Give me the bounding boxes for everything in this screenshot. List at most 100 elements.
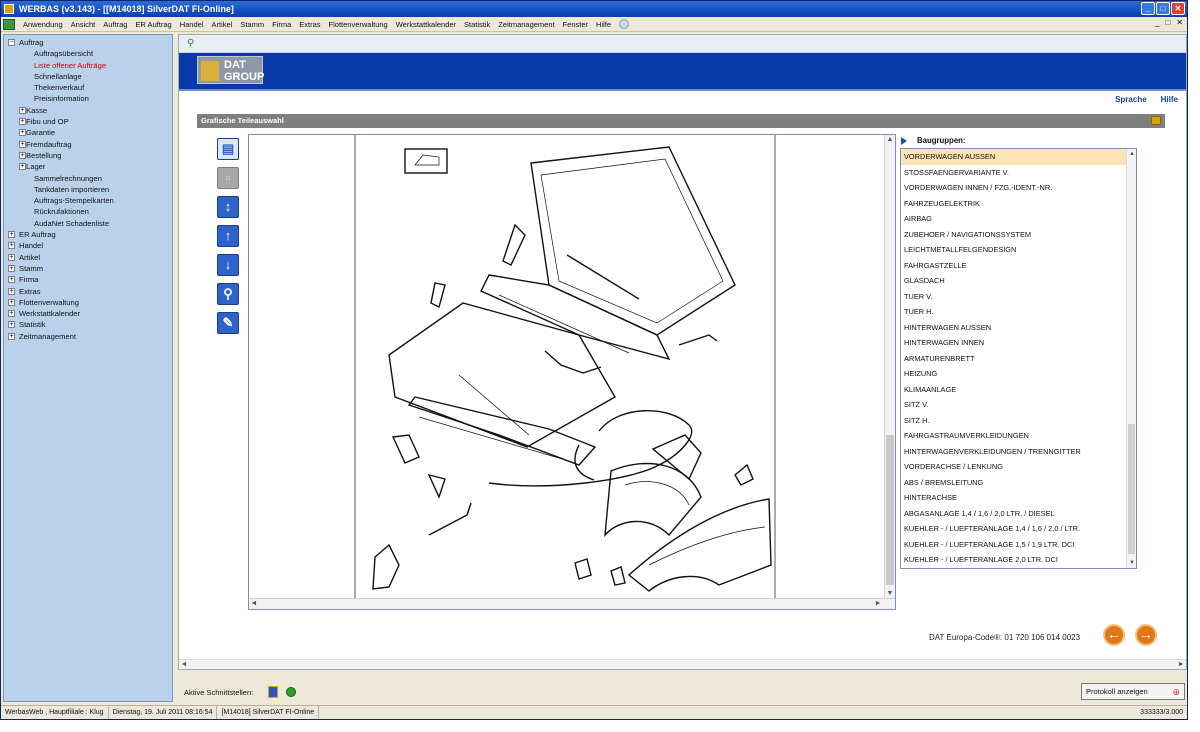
baugruppe-item[interactable]: KUEHLER - / LUEFTERANLAGE 1,5 / 1,9 LTR.… <box>901 537 1136 553</box>
exploded-view-drawing[interactable] <box>249 135 885 599</box>
lock-icon[interactable] <box>1151 116 1161 125</box>
menu-er-auftrag[interactable]: ER Auftrag <box>131 20 175 29</box>
baugruppe-item[interactable]: HINTERWAGENVERKLEIDUNGEN / TRENNGITTER <box>901 444 1136 460</box>
tree-item-bestellung[interactable]: + Bestellung <box>8 150 172 161</box>
baugruppe-item[interactable]: HINTERWAGEN INNEN <box>901 335 1136 351</box>
baugruppe-item[interactable]: AIRBAG <box>901 211 1136 227</box>
tree-item-auftrag[interactable]: − Auftrag <box>8 37 172 48</box>
expand-icon[interactable]: + <box>19 140 26 148</box>
protokoll-anzeigen-button[interactable]: Protokoll anzeigen ⊕ <box>1081 683 1185 700</box>
tree-item-garantie[interactable]: + Garantie <box>8 127 172 138</box>
drawing-horizontal-scrollbar[interactable]: ◄ ► <box>249 598 895 609</box>
expand-icon[interactable]: + <box>19 163 26 171</box>
magnifier-icon[interactable]: ⚲ <box>217 283 239 305</box>
next-button[interactable]: → <box>1135 624 1157 646</box>
baugruppe-item[interactable]: VORDERWAGEN INNEN / FZG.-IDENT.-NR. <box>901 180 1136 196</box>
baugruppe-item[interactable]: FAHRGASTZELLE <box>901 258 1136 274</box>
tree-item-fremdauftrag[interactable]: + Fremdauftrag <box>8 139 172 150</box>
tree-item-audanet-schadenliste[interactable]: AudaNet Schadenliste <box>8 218 172 229</box>
menu-ansicht[interactable]: Ansicht <box>67 20 100 29</box>
menu-statistik[interactable]: Statistik <box>460 20 494 29</box>
sprache-link[interactable]: Sprache <box>1115 95 1147 104</box>
tree-item-schnellanlage[interactable]: Schnellanlage <box>8 71 172 82</box>
tree-item-preisinformation[interactable]: Preisinformation <box>8 93 172 104</box>
previous-button[interactable]: ← <box>1103 624 1125 646</box>
menu-app-icon[interactable] <box>3 18 15 30</box>
tree-item-er-auftrag[interactable]: + ER Auftrag <box>8 229 172 240</box>
tree-item-stamm[interactable]: + Stamm <box>8 263 172 274</box>
expand-icon[interactable]: + <box>8 231 15 239</box>
menu-anwendung[interactable]: Anwendung <box>19 20 67 29</box>
baugruppe-item[interactable]: ZUBEHOER / NAVIGATIONSSYSTEM <box>901 227 1136 243</box>
hilfe-link[interactable]: Hilfe <box>1161 95 1178 104</box>
tree-item-tankdaten-importieren[interactable]: Tankdaten importieren <box>8 184 172 195</box>
baugruppe-item[interactable]: VORDERWAGEN AUSSEN <box>901 149 1136 165</box>
baugruppe-item[interactable]: FAHRGASTRAUMVERKLEIDUNGEN <box>901 428 1136 444</box>
expand-icon[interactable]: + <box>8 264 15 272</box>
interface-online-icon[interactable] <box>286 687 296 697</box>
baugruppe-item[interactable]: TUER V. <box>901 289 1136 305</box>
collapse-icon[interactable]: − <box>8 39 15 46</box>
menu-artikel[interactable]: Artikel <box>207 20 236 29</box>
tree-item-firma[interactable]: + Firma <box>8 274 172 285</box>
tree-item-zeitmanagement[interactable]: + Zeitmanagement <box>8 331 172 342</box>
menu-firma[interactable]: Firma <box>268 20 295 29</box>
arrow-down-icon[interactable]: ↓ <box>217 254 239 276</box>
expand-icon[interactable]: + <box>8 242 15 250</box>
main-scroll-right[interactable]: ► <box>1176 660 1186 670</box>
baugruppen-scrollbar[interactable]: ▲ ▼ <box>1126 149 1136 568</box>
help-circle-icon[interactable] <box>619 19 630 29</box>
close-button[interactable]: ✕ <box>1171 2 1185 15</box>
baugruppe-item[interactable]: SITZ V. <box>901 397 1136 413</box>
interface-flag-icon[interactable] <box>268 686 278 698</box>
expand-icon[interactable]: + <box>8 276 15 284</box>
drawing-scroll-right[interactable]: ► <box>873 599 883 609</box>
expand-icon[interactable]: + <box>19 151 26 159</box>
baugruppe-item[interactable]: HEIZUNG <box>901 366 1136 382</box>
baugruppe-item[interactable]: LEICHTMETALLFELGENDESIGN <box>901 242 1136 258</box>
menu-auftrag[interactable]: Auftrag <box>99 20 131 29</box>
drawing-scroll-left[interactable]: ◄ <box>249 599 259 609</box>
tree-item-fibu-und-op[interactable]: + Fibu und OP <box>8 116 172 127</box>
menu-zeitmanagement[interactable]: Zeitmanagement <box>494 20 558 29</box>
baugruppe-item[interactable]: KUEHLER - / LUEFTERANLAGE 2,0 LTR. DCI <box>901 552 1136 568</box>
expand-icon[interactable]: + <box>8 321 15 329</box>
tree-item-rückrufaktionen[interactable]: Rückrufaktionen <box>8 206 172 217</box>
baugruppe-item[interactable]: HINTERACHSE <box>901 490 1136 506</box>
menu-fenster[interactable]: Fenster <box>559 20 592 29</box>
maximize-button[interactable]: □ <box>1156 2 1170 15</box>
baugruppe-item[interactable]: ARMATURENBRETT <box>901 351 1136 367</box>
baugruppe-item[interactable]: KLIMAANLAGE <box>901 382 1136 398</box>
tree-item-statistik[interactable]: + Statistik <box>8 319 172 330</box>
menu-extras[interactable]: Extras <box>295 20 324 29</box>
arrow-up-icon[interactable]: ↑ <box>217 225 239 247</box>
baugruppe-item[interactable]: STOSSFAENGERVARIANTE V. <box>901 165 1136 181</box>
expand-icon[interactable]: + <box>8 287 15 295</box>
tree-item-auftrags-stempelkarten[interactable]: Auftrags-Stempelkarten <box>8 195 172 206</box>
expand-icon[interactable]: + <box>8 310 15 318</box>
tree-item-kasse[interactable]: + Kasse <box>8 105 172 116</box>
baugruppe-item[interactable]: GLASDACH <box>901 273 1136 289</box>
minimize-button[interactable]: _ <box>1141 2 1155 15</box>
expand-icon[interactable]: + <box>8 253 15 261</box>
baugruppe-item[interactable]: HINTERWAGEN AUSSEN <box>901 320 1136 336</box>
menu-stamm[interactable]: Stamm <box>236 20 268 29</box>
menu-handel[interactable]: Handel <box>176 20 208 29</box>
mdi-close-button[interactable]: ✕ <box>1176 18 1183 27</box>
menu-hilfe[interactable]: Hilfe <box>592 20 615 29</box>
parts-drawing-viewer[interactable]: ▲ ▼ ◄ ► <box>248 134 896 610</box>
tree-item-flottenverwaltung[interactable]: + Flottenverwaltung <box>8 297 172 308</box>
drawing-vertical-scrollbar[interactable]: ▲ ▼ <box>884 135 895 599</box>
baugruppe-item[interactable]: TUER H. <box>901 304 1136 320</box>
baugruppe-item[interactable]: FAHRZEUGELEKTRIK <box>901 196 1136 212</box>
drawing-scroll-up[interactable]: ▲ <box>885 135 895 145</box>
tree-item-artikel[interactable]: + Artikel <box>8 252 172 263</box>
tree-item-thekenverkauf[interactable]: Thekenverkauf <box>8 82 172 93</box>
expand-icon[interactable]: + <box>8 298 15 306</box>
tree-item-lager[interactable]: + Lager <box>8 161 172 172</box>
pin-icon[interactable]: ⚲ <box>187 38 194 49</box>
tree-item-werkstattkalender[interactable]: + Werkstattkalender <box>8 308 172 319</box>
main-horizontal-scrollbar[interactable]: ◄ ► <box>179 659 1186 669</box>
list-scroll-down[interactable]: ▼ <box>1127 558 1136 568</box>
menu-werkstattkalender[interactable]: Werkstattkalender <box>392 20 460 29</box>
